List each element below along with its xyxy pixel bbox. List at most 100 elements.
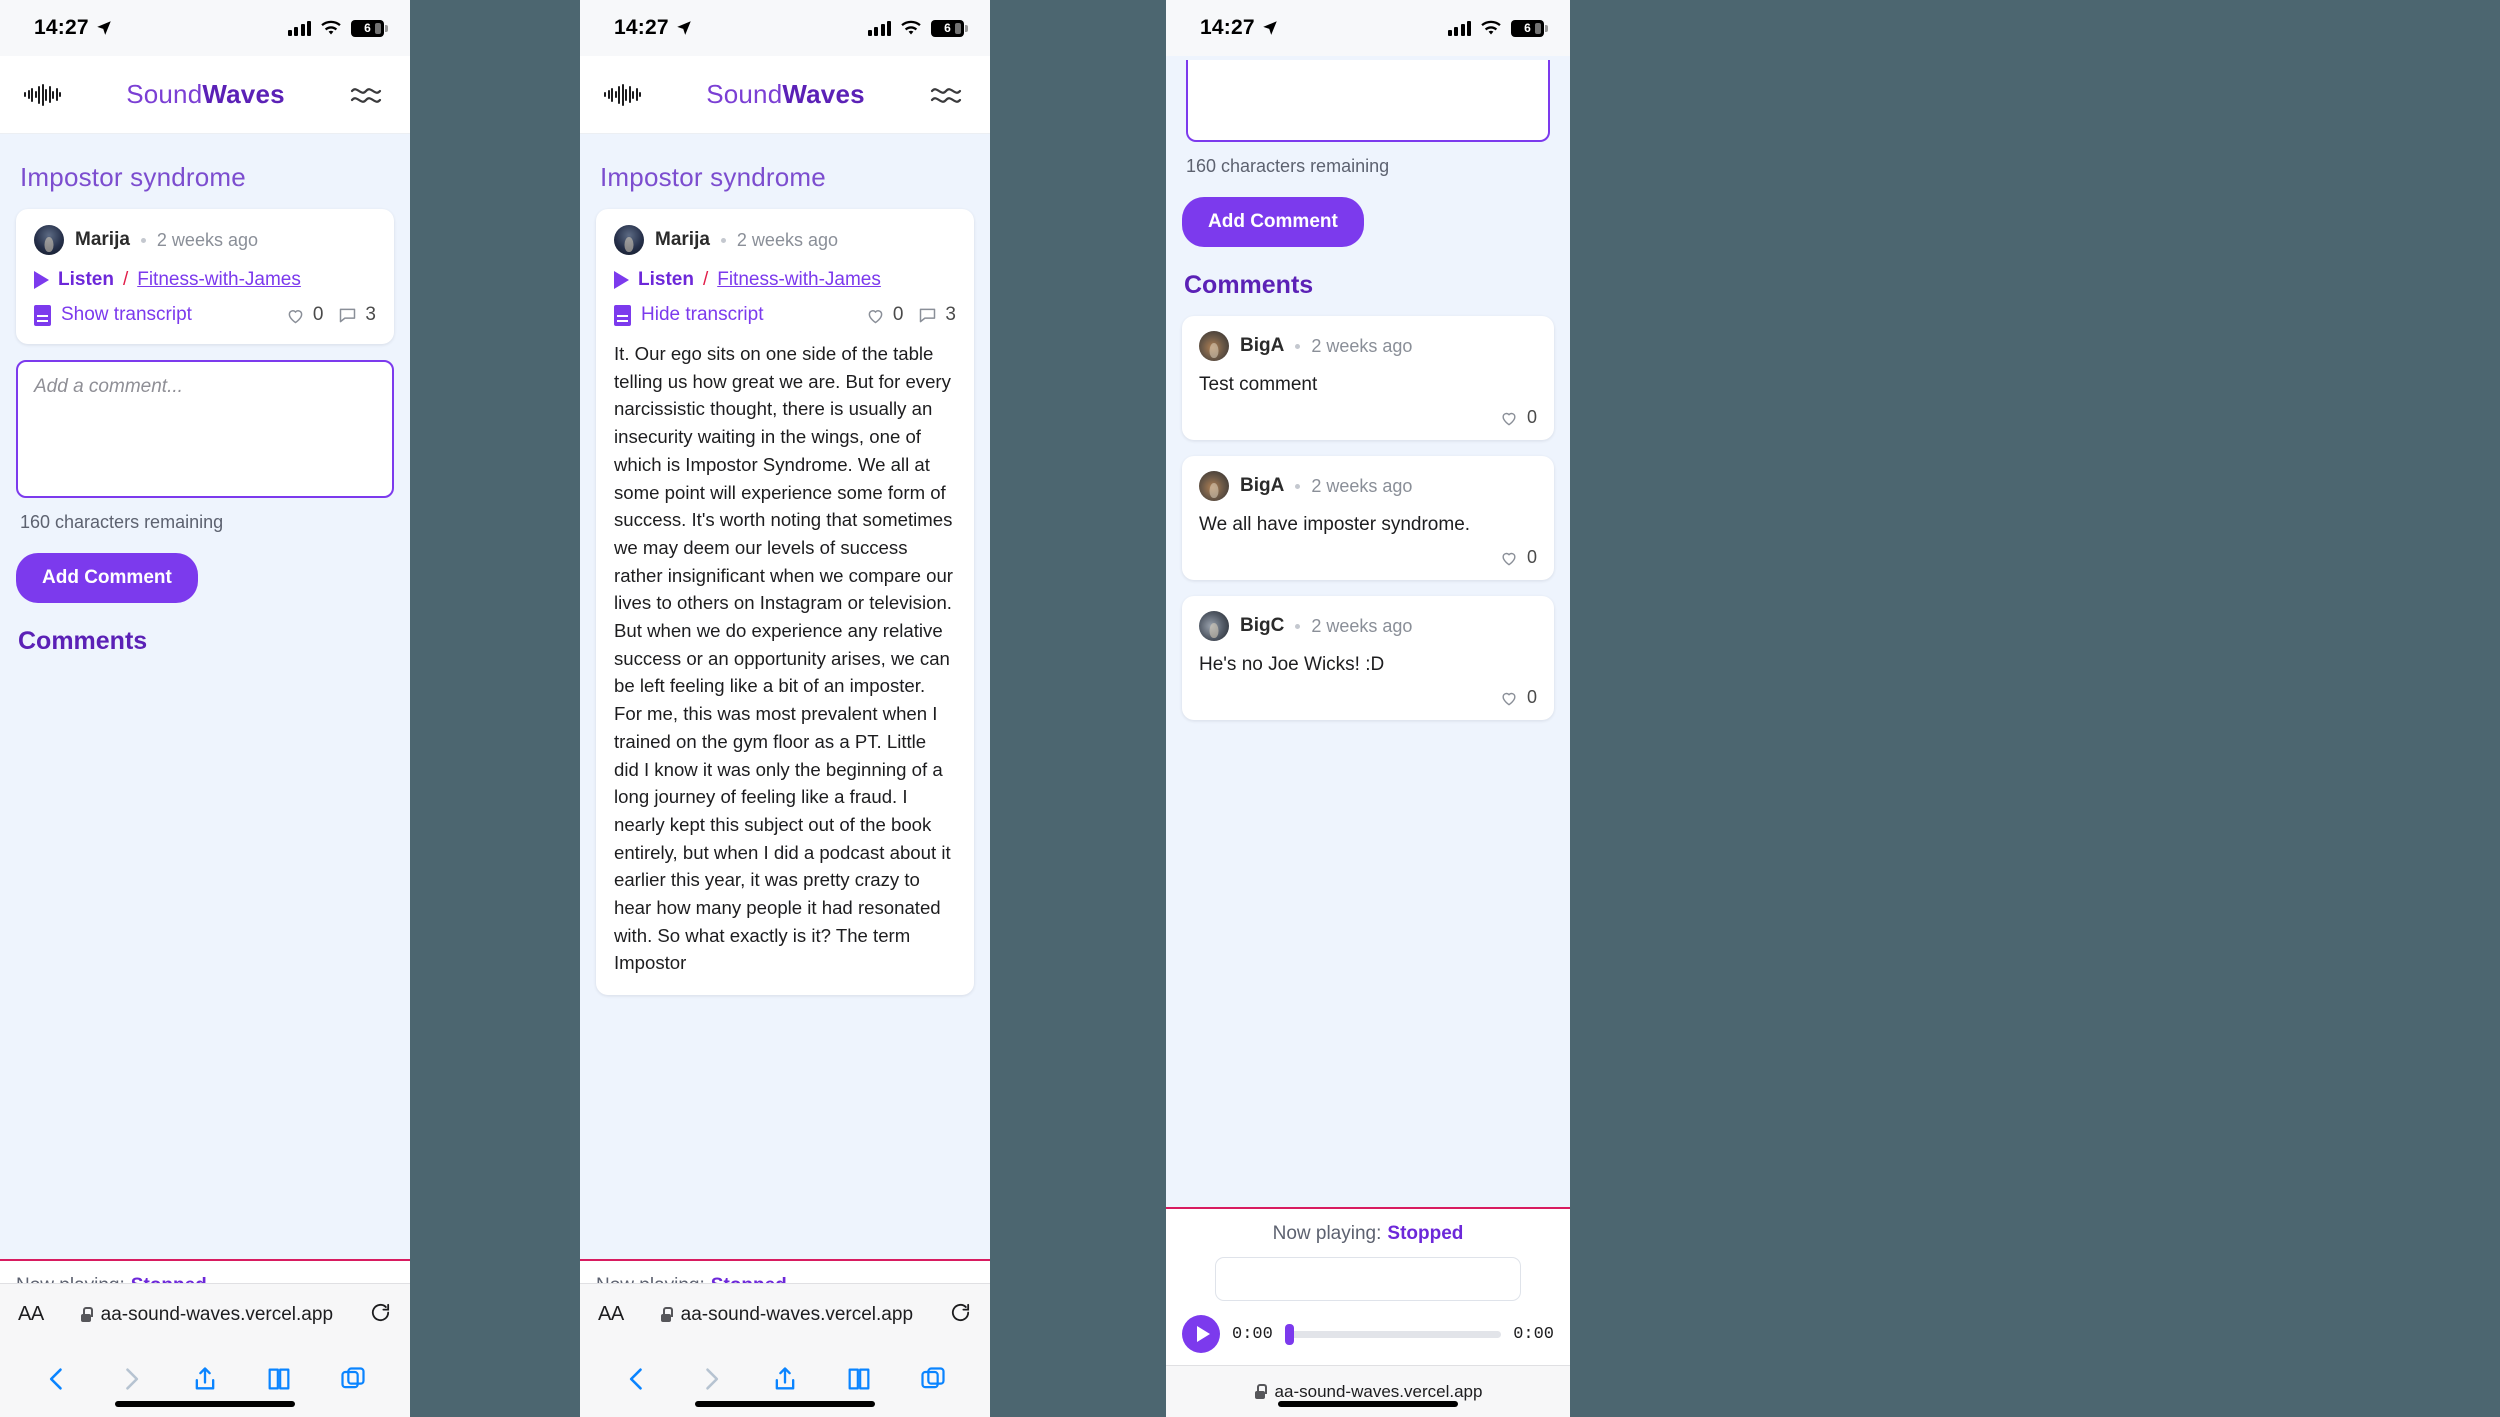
wave-menu-icon[interactable] (350, 82, 384, 108)
listen-label[interactable]: Listen (58, 269, 114, 291)
heart-icon[interactable] (865, 305, 886, 326)
reload-icon[interactable] (369, 1301, 392, 1324)
comment-input[interactable] (1186, 60, 1550, 142)
app-brand[interactable]: SoundWaves (706, 79, 865, 110)
add-comment-button[interactable]: Add Comment (1182, 197, 1364, 247)
comment-count-group[interactable]: 3 (337, 304, 376, 326)
scrubber-knob[interactable] (1284, 1323, 1294, 1345)
status-bar-indicators: 6 (867, 19, 968, 37)
comment-count-group[interactable]: 3 (917, 304, 956, 326)
wave-menu-icon[interactable] (930, 82, 964, 108)
scrubber[interactable] (1284, 1323, 1502, 1345)
comment-author-row: BigC 2 weeks ago (1199, 611, 1537, 641)
play-icon[interactable] (614, 271, 629, 289)
like-count: 0 (892, 304, 904, 325)
tabs-button[interactable] (919, 1365, 947, 1398)
status-bar-indicators: 6 (1447, 19, 1548, 37)
comment-author-row: BigA 2 weeks ago (1199, 331, 1537, 361)
avatar (1199, 471, 1229, 501)
comment-author-row: BigA 2 weeks ago (1199, 471, 1537, 501)
reload-button[interactable] (369, 1301, 392, 1329)
screenshot-stage: 14:27 6 SoundWaves Impostor syndrome Mar… (0, 0, 2500, 1417)
heart-icon[interactable] (285, 305, 306, 326)
like-count-group[interactable]: 0 (285, 304, 323, 326)
transcript-toggle-label[interactable]: Show transcript (61, 304, 192, 326)
bookmarks-button[interactable] (265, 1365, 293, 1398)
comments-heading: Comments (1184, 271, 1314, 299)
comments-heading: Comments (18, 627, 148, 655)
comment-item: BigA 2 weeks ago We all have imposter sy… (1182, 456, 1554, 580)
episode-author-name: Marija (75, 229, 130, 250)
comment-like-count: 0 (1526, 407, 1537, 427)
now-playing-label: Now playing: (1272, 1223, 1382, 1244)
elapsed-time: 0:00 (1232, 1324, 1273, 1344)
separator-dot (720, 237, 726, 243)
back-button[interactable] (43, 1365, 71, 1398)
add-comment-button[interactable]: Add Comment (16, 553, 198, 603)
forward-button[interactable] (697, 1365, 725, 1398)
status-bar-time-group: 14:27 (34, 16, 113, 40)
reload-button[interactable] (949, 1301, 972, 1329)
battery-icon: 6 (931, 19, 968, 37)
status-time: 14:27 (614, 16, 669, 39)
back-button[interactable] (623, 1365, 651, 1398)
heart-icon[interactable] (1499, 688, 1519, 708)
bookmarks-button[interactable] (845, 1365, 873, 1398)
listen-group[interactable]: Listen / Fitness-with-James (614, 269, 881, 291)
status-bar: 14:27 6 (1166, 0, 1570, 56)
share-button[interactable] (191, 1365, 219, 1398)
play-icon[interactable] (34, 271, 49, 289)
comment-like-count: 0 (1526, 547, 1537, 567)
heart-icon[interactable] (1499, 408, 1519, 428)
comment-like-group[interactable]: 0 (1199, 687, 1537, 708)
status-bar-time-group: 14:27 (614, 16, 693, 40)
comment-like-group[interactable]: 0 (1199, 407, 1537, 428)
slash-separator: / (702, 269, 709, 290)
heart-icon[interactable] (1499, 548, 1519, 568)
comment-author-name: BigA (1240, 475, 1285, 496)
forward-button[interactable] (117, 1365, 145, 1398)
comment-text: We all have imposter syndrome. (1199, 514, 1471, 535)
comment-author-name: BigA (1240, 335, 1285, 356)
phone-panel-1: 14:27 6 SoundWaves Impostor syndrome Mar… (0, 0, 410, 1417)
player-status: Stopped (1387, 1223, 1464, 1244)
transcript-toggle[interactable]: Hide transcript (614, 304, 764, 326)
podcast-link[interactable]: Fitness-with-James (717, 269, 881, 291)
play-button[interactable] (1182, 1315, 1220, 1353)
episode-listen-row: Listen / Fitness-with-James (34, 269, 376, 291)
page-content-3: 160 characters remaining Add Comment Com… (1166, 56, 1570, 1417)
browser-url-bar-collapsed[interactable]: aa-sound-waves.vercel.app (1166, 1365, 1570, 1417)
tabs-button[interactable] (339, 1365, 367, 1398)
page-content-1: Impostor syndrome Marija 2 weeks ago Lis… (0, 134, 410, 1417)
phone-panel-2: 14:27 6 SoundWaves Impostor syndrome Mar… (580, 0, 990, 1417)
text-size-button[interactable]: AA (598, 1303, 624, 1326)
duration-time: 0:00 (1513, 1324, 1554, 1344)
episode-card-expanded: Marija 2 weeks ago Listen / Fitness-with… (596, 209, 974, 996)
chevron-right-icon (706, 1367, 719, 1390)
status-bar: 14:27 6 (580, 0, 990, 56)
podcast-link[interactable]: Fitness-with-James (137, 269, 301, 291)
share-icon (195, 1366, 215, 1389)
browser-url-bar: AA aa-sound-waves.vercel.app (0, 1283, 410, 1345)
comment-item: BigC 2 weeks ago He's no Joe Wicks! :D 0 (1182, 596, 1554, 720)
comment-icon[interactable] (917, 305, 938, 326)
separator-dot (140, 237, 146, 243)
reload-icon[interactable] (949, 1301, 972, 1324)
listen-label[interactable]: Listen (638, 269, 694, 291)
text-size-button[interactable]: AA (18, 1303, 44, 1326)
episode-author-row: Marija 2 weeks ago (614, 225, 956, 255)
app-brand[interactable]: SoundWaves (126, 79, 285, 110)
like-count-group[interactable]: 0 (865, 304, 904, 326)
comment-input[interactable]: Add a comment... (16, 360, 394, 498)
status-time: 14:27 (1200, 16, 1255, 39)
url-field[interactable]: aa-sound-waves.vercel.app (638, 1304, 935, 1326)
share-button[interactable] (771, 1365, 799, 1398)
book-icon (268, 1368, 290, 1389)
comment-icon[interactable] (337, 305, 358, 326)
listen-group[interactable]: Listen / Fitness-with-James (34, 269, 301, 291)
comment-like-group[interactable]: 0 (1199, 547, 1537, 568)
url-field[interactable]: aa-sound-waves.vercel.app (58, 1304, 355, 1326)
transcript-text: It. Our ego sits on one side of the tabl… (614, 343, 953, 974)
transcript-toggle[interactable]: Show transcript (34, 304, 192, 326)
transcript-toggle-label[interactable]: Hide transcript (641, 304, 764, 326)
